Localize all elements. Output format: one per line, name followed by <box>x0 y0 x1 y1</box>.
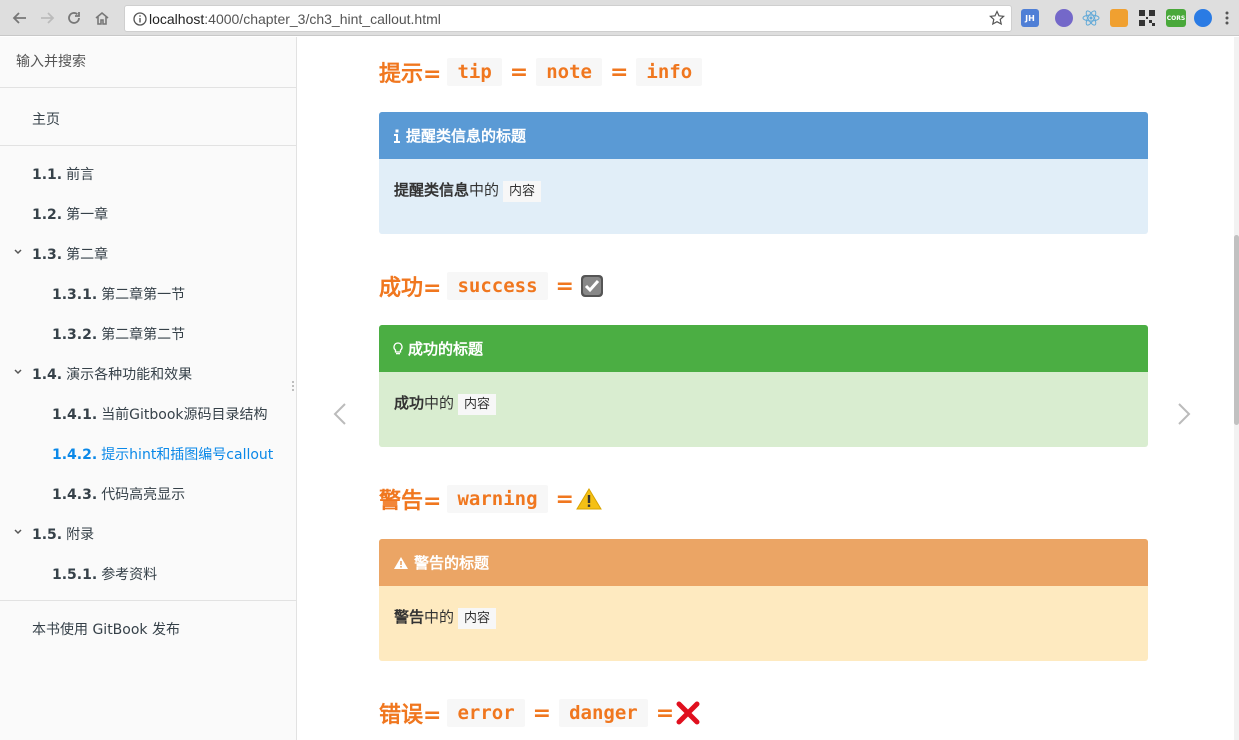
sidebar-item-1-5[interactable]: 1.5. 附录 <box>0 513 296 553</box>
next-page-button[interactable] <box>1177 402 1191 430</box>
sidebar-item-1-5-1[interactable]: 1.5.1. 参考资料 <box>0 553 296 593</box>
back-button[interactable] <box>10 8 30 28</box>
section-heading-error: 错误= error = danger = <box>379 697 700 729</box>
check-box-icon <box>580 274 604 298</box>
section-heading-warning: 警告= warning = <box>379 483 602 515</box>
more-vertical-icon <box>1225 11 1229 25</box>
sidebar-divider <box>0 600 296 601</box>
callout-title: 成功的标题 <box>408 340 484 358</box>
previous-page-button[interactable] <box>333 402 347 430</box>
extension-icon-2[interactable] <box>1055 9 1073 27</box>
sidebar-item-1-1[interactable]: 1.1. 前言 <box>0 153 296 193</box>
callout-title: 警告的标题 <box>414 554 490 572</box>
sidebar-search <box>0 37 296 88</box>
url-text: localhost:4000/chapter_3/ch3_hint_callou… <box>149 11 441 27</box>
browser-toolbar: localhost:4000/chapter_3/ch3_hint_callou… <box>0 0 1239 36</box>
info-icon <box>393 129 401 143</box>
react-devtools-icon[interactable] <box>1082 9 1100 27</box>
sidebar-item-1-3-1[interactable]: 1.3.1. 第二章第一节 <box>0 273 296 313</box>
book-summary-sidebar: 主页 1.1.前言 1.2.第一章 1.3.第二章 1.3.1.第二章第一节 1… <box>0 37 297 740</box>
sidebar-item-1-3-2[interactable]: 1.3.2. 第二章第二节 <box>0 313 296 353</box>
chevron-down-icon[interactable] <box>13 247 23 257</box>
sidebar-item-1-4-1[interactable]: 1.4.1. 当前Gitbook源码目录结构 <box>0 393 296 433</box>
callout-title: 提醒类信息的标题 <box>406 127 527 145</box>
jh-extension-icon[interactable]: JH <box>1021 9 1039 27</box>
sidebar-item-1-2[interactable]: 1.2. 第一章 <box>0 193 296 233</box>
callout-warning: 警告的标题 警告中的 内容 <box>379 539 1148 661</box>
gitbook-link[interactable]: 本书使用 GitBook 发布 <box>0 608 296 648</box>
sidebar-item-1-4-3[interactable]: 1.4.3. 代码高亮显示 <box>0 473 296 513</box>
resize-handle-icon[interactable] <box>291 380 295 392</box>
sidebar-item-1-4[interactable]: 1.4. 演示各种功能和效果 <box>0 353 296 393</box>
info-icon[interactable] <box>133 11 147 30</box>
callout-info: 提醒类信息的标题 提醒类信息中的 内容 <box>379 112 1148 234</box>
callout-body: 提醒类信息中的 内容 <box>379 159 1148 234</box>
sidebar-item-home[interactable]: 主页 <box>0 98 296 138</box>
sidebar-item-1-4-2[interactable]: 1.4.2. 提示hint和插图编号callout <box>0 433 296 473</box>
chevron-down-icon[interactable] <box>13 527 23 537</box>
lightbulb-icon <box>393 341 403 356</box>
cors-icon[interactable]: CORS <box>1166 9 1186 27</box>
sidebar-item-1-3[interactable]: 1.3. 第二章 <box>0 233 296 273</box>
callout-success: 成功的标题 成功中的 内容 <box>379 325 1148 447</box>
extension-icon-7[interactable] <box>1194 9 1212 27</box>
arrow-right-icon <box>41 12 55 24</box>
forward-button[interactable] <box>37 8 57 28</box>
reload-button[interactable] <box>64 8 84 28</box>
section-heading-success: 成功= success = <box>379 270 604 302</box>
home-icon <box>95 11 109 25</box>
browser-menu-button[interactable] <box>1217 8 1237 28</box>
page-scrollbar[interactable] <box>1234 37 1239 740</box>
sidebar-divider <box>0 145 296 146</box>
callout-body: 成功中的 内容 <box>379 372 1148 447</box>
cross-mark-icon <box>676 701 700 725</box>
chevron-right-icon <box>1178 403 1191 425</box>
home-button[interactable] <box>92 8 112 28</box>
address-bar[interactable]: localhost:4000/chapter_3/ch3_hint_callou… <box>124 5 1012 32</box>
section-heading-tip: 提示= tip = note = info <box>379 56 708 88</box>
arrow-left-icon <box>12 12 26 24</box>
callout-header: 成功的标题 <box>379 325 1148 372</box>
chevron-down-icon[interactable] <box>13 367 23 377</box>
search-input[interactable] <box>16 51 276 73</box>
chevron-left-icon <box>333 403 346 425</box>
callout-header: 警告的标题 <box>379 539 1148 586</box>
qr-code-icon[interactable] <box>1138 9 1156 27</box>
bookmark-star-icon[interactable] <box>989 10 1005 30</box>
page-content: 提示= tip = note = info 提醒类信息的标题 提醒类信息中的 内容… <box>297 37 1234 740</box>
warning-icon <box>576 488 602 510</box>
scrollbar-thumb[interactable] <box>1234 235 1239 425</box>
warning-icon <box>393 556 409 570</box>
callout-header: 提醒类信息的标题 <box>379 112 1148 159</box>
extension-icon-4[interactable] <box>1110 9 1128 27</box>
callout-body: 警告中的 内容 <box>379 586 1148 661</box>
reload-icon <box>68 12 80 24</box>
